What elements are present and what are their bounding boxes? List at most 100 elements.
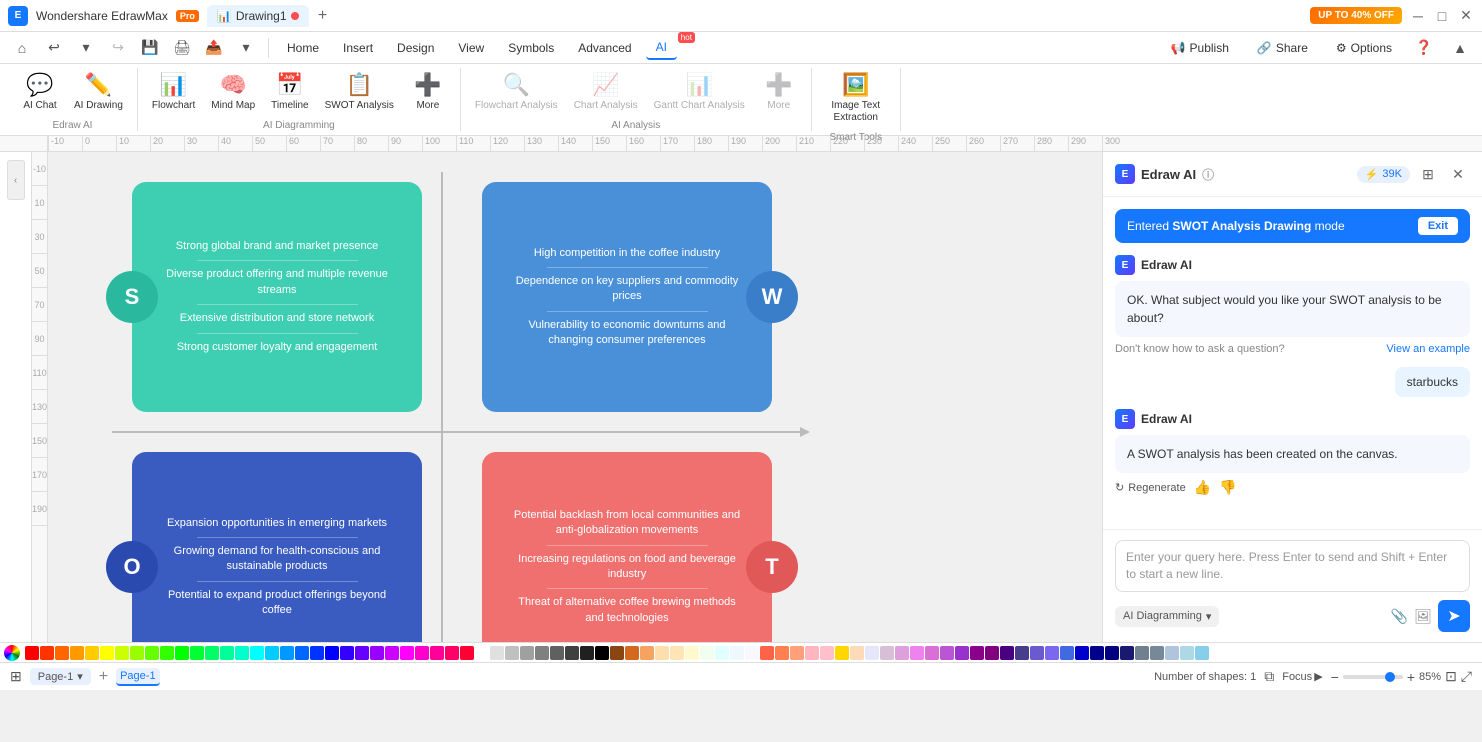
color-swatch[interactable] xyxy=(520,646,534,660)
timeline-button[interactable]: 📅 Timeline xyxy=(265,68,314,116)
export-arrow-button[interactable]: ▾ xyxy=(232,34,260,62)
color-swatch[interactable] xyxy=(1150,646,1164,660)
print-button[interactable]: 🖨 xyxy=(168,34,196,62)
color-swatch[interactable] xyxy=(760,646,774,660)
color-swatch[interactable] xyxy=(550,646,564,660)
mind-map-button[interactable]: 🧠 Mind Map xyxy=(205,68,261,116)
active-page-tab[interactable]: Page-1 xyxy=(116,668,159,686)
collapse-ribbon-button[interactable]: ▲ xyxy=(1446,34,1474,62)
attach-button[interactable]: 📎 xyxy=(1391,608,1408,625)
color-swatch[interactable] xyxy=(1030,646,1044,660)
color-swatch[interactable] xyxy=(190,646,204,660)
color-swatch[interactable] xyxy=(160,646,174,660)
color-swatch[interactable] xyxy=(805,646,819,660)
color-swatch[interactable] xyxy=(955,646,969,660)
minimize-button[interactable]: ─ xyxy=(1410,8,1426,24)
color-swatch[interactable] xyxy=(700,646,714,660)
menu-view[interactable]: View xyxy=(448,37,494,59)
color-swatch[interactable] xyxy=(370,646,384,660)
image-text-extraction-button[interactable]: 🖼️ Image Text Extraction xyxy=(820,68,892,128)
maximize-button[interactable]: □ xyxy=(1434,8,1450,24)
color-swatch[interactable] xyxy=(790,646,804,660)
color-swatch[interactable] xyxy=(460,646,474,660)
color-picker-icon[interactable] xyxy=(4,645,20,661)
color-swatch[interactable] xyxy=(310,646,324,660)
color-swatch[interactable] xyxy=(880,646,894,660)
flowchart-button[interactable]: 📊 Flowchart xyxy=(146,68,201,116)
color-swatch[interactable] xyxy=(745,646,759,660)
color-swatch[interactable] xyxy=(535,646,549,660)
color-swatch[interactable] xyxy=(1180,646,1194,660)
color-swatch[interactable] xyxy=(1120,646,1134,660)
image-button[interactable]: 🖼 xyxy=(1414,608,1432,625)
color-swatch[interactable] xyxy=(145,646,159,660)
color-swatch[interactable] xyxy=(910,646,924,660)
ai-drawing-button[interactable]: ✏️ AI Drawing xyxy=(68,68,129,116)
color-swatch[interactable] xyxy=(1000,646,1014,660)
menu-ai[interactable]: AI hot xyxy=(646,36,677,60)
save-button[interactable]: 💾 xyxy=(136,34,164,62)
export-button[interactable]: 📤 xyxy=(200,34,228,62)
color-swatch[interactable] xyxy=(625,646,639,660)
help-button[interactable]: ❓ xyxy=(1410,34,1438,62)
view-example-link[interactable]: View an example xyxy=(1386,343,1470,355)
color-swatch[interactable] xyxy=(610,646,624,660)
color-swatch[interactable] xyxy=(280,646,294,660)
color-swatch[interactable] xyxy=(595,646,609,660)
color-swatch[interactable] xyxy=(325,646,339,660)
menu-home[interactable]: Home xyxy=(277,37,329,59)
color-swatch[interactable] xyxy=(400,646,414,660)
color-swatch[interactable] xyxy=(1165,646,1179,660)
new-tab-button[interactable]: + xyxy=(313,6,333,26)
color-swatch[interactable] xyxy=(100,646,114,660)
color-swatch[interactable] xyxy=(565,646,579,660)
color-swatch[interactable] xyxy=(895,646,909,660)
ai-close-button[interactable]: ✕ xyxy=(1446,162,1470,186)
color-swatch[interactable] xyxy=(1015,646,1029,660)
menu-design[interactable]: Design xyxy=(387,37,444,59)
menu-advanced[interactable]: Advanced xyxy=(568,37,641,59)
color-swatch[interactable] xyxy=(670,646,684,660)
color-swatch[interactable] xyxy=(385,646,399,660)
layer-button[interactable]: ⧉ xyxy=(1264,668,1274,685)
color-swatch[interactable] xyxy=(130,646,144,660)
color-swatch[interactable] xyxy=(205,646,219,660)
thumbs-up-button[interactable]: 👍 xyxy=(1194,479,1211,496)
ai-chat-button[interactable]: 💬 AI Chat xyxy=(16,68,64,116)
grid-view-icon[interactable]: ⊞ xyxy=(10,668,22,685)
color-swatch[interactable] xyxy=(835,646,849,660)
ai-input-field[interactable]: Enter your query here. Press Enter to se… xyxy=(1115,540,1470,592)
color-swatch[interactable] xyxy=(115,646,129,660)
focus-button[interactable]: Focus ▶ xyxy=(1282,670,1322,683)
zoom-in-button[interactable]: + xyxy=(1407,669,1415,685)
ai-expand-button[interactable]: ⊞ xyxy=(1416,162,1440,186)
color-swatch[interactable] xyxy=(295,646,309,660)
color-swatch[interactable] xyxy=(1135,646,1149,660)
color-swatch[interactable] xyxy=(985,646,999,660)
color-swatch[interactable] xyxy=(1105,646,1119,660)
add-page-button[interactable]: + xyxy=(99,668,108,686)
color-swatch[interactable] xyxy=(580,646,594,660)
color-swatch[interactable] xyxy=(1075,646,1089,660)
color-swatch[interactable] xyxy=(70,646,84,660)
color-swatch[interactable] xyxy=(820,646,834,660)
promo-badge[interactable]: UP TO 40% OFF xyxy=(1310,7,1402,24)
home-nav-icon[interactable]: ⌂ xyxy=(8,34,36,62)
fullscreen-button[interactable]: ⤢ xyxy=(1461,668,1472,685)
close-button[interactable]: ✕ xyxy=(1458,8,1474,24)
redo-button[interactable]: ↪ xyxy=(104,34,132,62)
color-swatch[interactable] xyxy=(235,646,249,660)
swot-analysis-button[interactable]: 📋 SWOT Analysis xyxy=(319,68,400,116)
color-swatch[interactable] xyxy=(655,646,669,660)
color-swatch[interactable] xyxy=(970,646,984,660)
ai-mode-selector[interactable]: AI Diagramming ▾ xyxy=(1115,606,1219,627)
color-swatch[interactable] xyxy=(640,646,654,660)
color-swatch[interactable] xyxy=(775,646,789,660)
color-swatch[interactable] xyxy=(475,646,489,660)
undo-arrow-button[interactable]: ▾ xyxy=(72,34,100,62)
options-button[interactable]: ⚙ Options xyxy=(1326,37,1402,59)
zoom-slider[interactable] xyxy=(1343,675,1403,679)
color-swatch[interactable] xyxy=(1090,646,1104,660)
canvas[interactable]: -10 10 30 50 70 90 110 130 150 170 190 xyxy=(32,152,1102,642)
color-swatch[interactable] xyxy=(175,646,189,660)
